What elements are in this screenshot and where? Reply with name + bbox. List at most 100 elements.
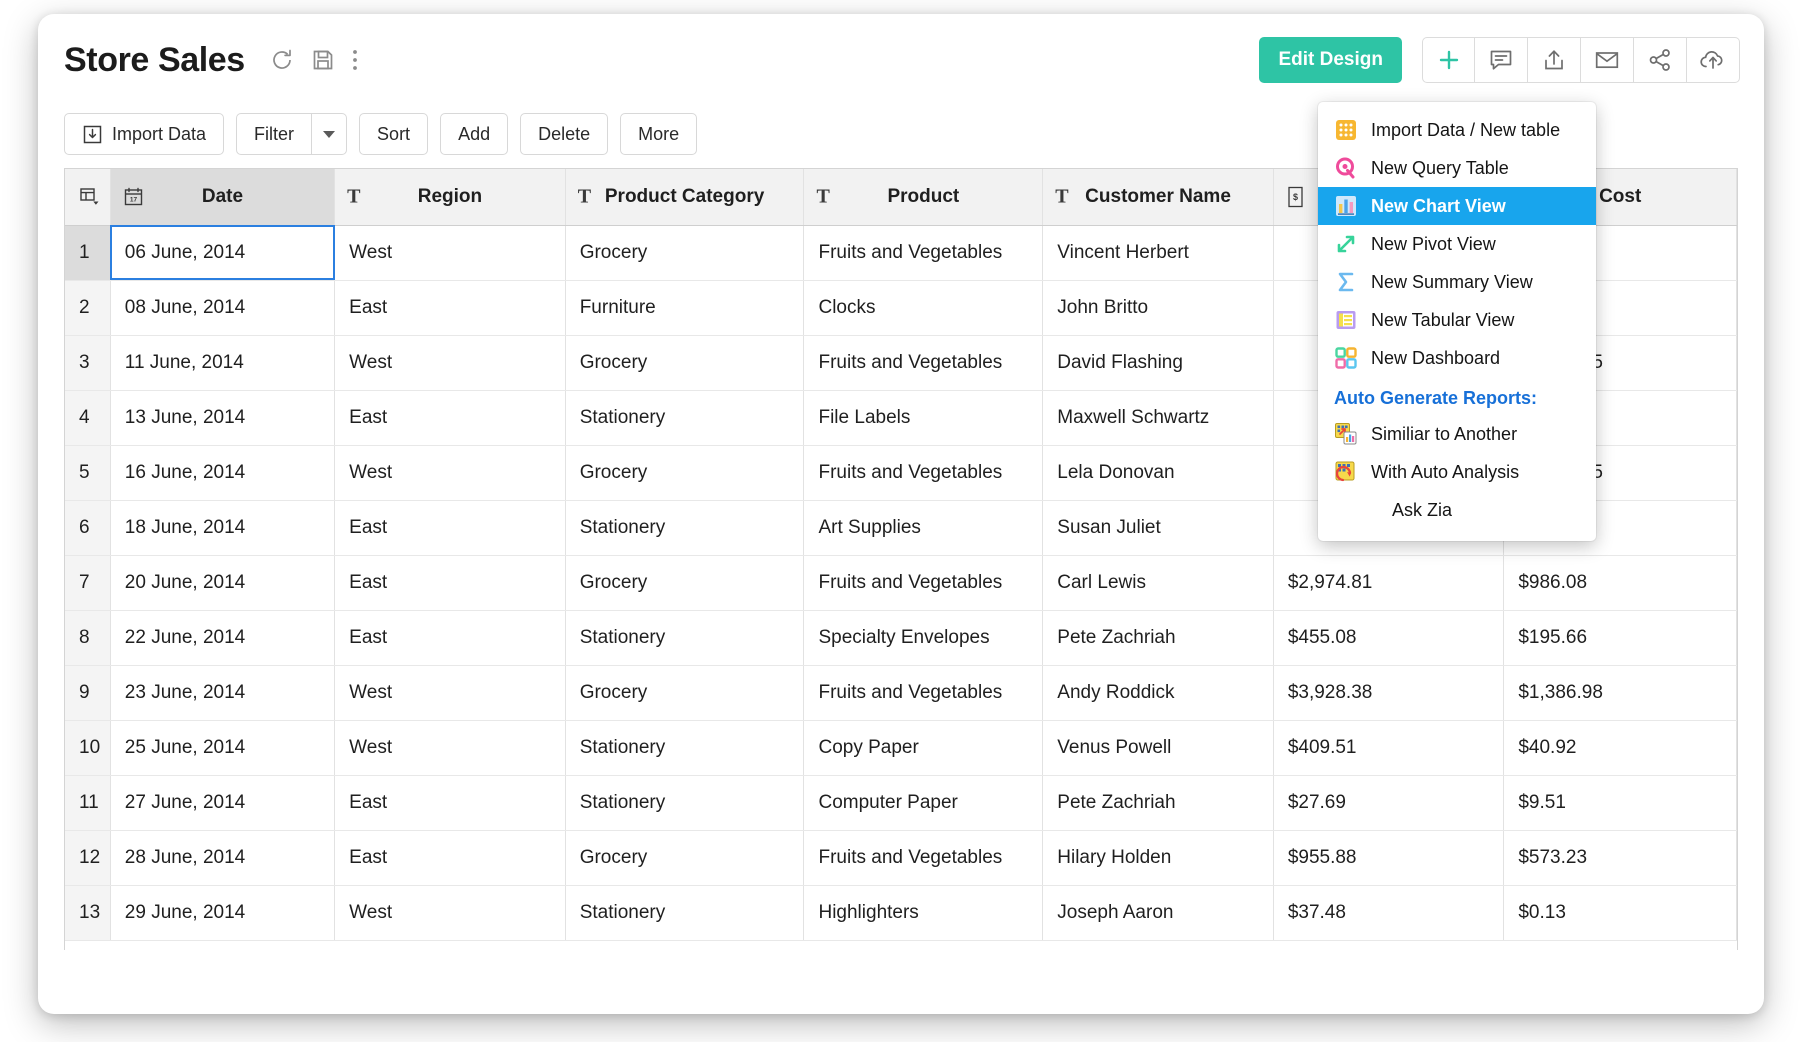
dropdown-report-item[interactable]: Similiar to Another [1318,415,1596,453]
export-icon[interactable] [1528,37,1581,83]
dropdown-item[interactable]: New Chart View [1318,187,1596,225]
dropdown-item[interactable]: New Pivot View [1318,225,1596,263]
cell-sales[interactable]: $37.48 [1273,885,1504,940]
cell-date[interactable]: 18 June, 2014 [110,500,334,555]
cell-date[interactable]: 25 June, 2014 [110,720,334,775]
cell-date[interactable]: 29 June, 2014 [110,885,334,940]
cell-product[interactable]: Clocks [804,280,1043,335]
cell-date[interactable]: 11 June, 2014 [110,335,334,390]
delete-button[interactable]: Delete [520,113,608,155]
row-number-cell[interactable]: 11 [65,775,110,830]
cell-cost[interactable]: $986.08 [1504,555,1737,610]
edit-design-button[interactable]: Edit Design [1259,37,1402,83]
row-number-cell[interactable]: 13 [65,885,110,940]
cell-customer-name[interactable]: David Flashing [1043,335,1274,390]
cell-sales[interactable]: $3,928.38 [1273,665,1504,720]
cell-sales[interactable]: $455.08 [1273,610,1504,665]
cell-date[interactable]: 08 June, 2014 [110,280,334,335]
cell-customer-name[interactable]: Vincent Herbert [1043,225,1274,280]
row-number-cell[interactable]: 7 [65,555,110,610]
row-number-cell[interactable]: 8 [65,610,110,665]
cell-region[interactable]: East [335,610,566,665]
dropdown-item[interactable]: New Tabular View [1318,301,1596,339]
dropdown-item[interactable]: Import Data / New table [1318,111,1596,149]
cell-product[interactable]: Fruits and Vegetables [804,830,1043,885]
cell-customer-name[interactable]: John Britto [1043,280,1274,335]
dropdown-report-item[interactable]: Ask Zia [1318,491,1596,529]
cell-customer-name[interactable]: Pete Zachriah [1043,775,1274,830]
column-header-region[interactable]: T Region [335,169,566,225]
cell-product-category[interactable]: Stationery [565,610,804,665]
cell-product-category[interactable]: Grocery [565,665,804,720]
cell-product-category[interactable]: Stationery [565,775,804,830]
add-button[interactable]: Add [440,113,508,155]
cell-product-category[interactable]: Grocery [565,555,804,610]
cell-date[interactable]: 06 June, 2014 [110,225,334,280]
cell-cost[interactable]: $573.23 [1504,830,1737,885]
dropdown-item[interactable]: New Summary View [1318,263,1596,301]
cell-customer-name[interactable]: Maxwell Schwartz [1043,390,1274,445]
cell-product-category[interactable]: Stationery [565,885,804,940]
cell-product-category[interactable]: Grocery [565,335,804,390]
cell-product[interactable]: Specialty Envelopes [804,610,1043,665]
cell-customer-name[interactable]: Susan Juliet [1043,500,1274,555]
cell-product[interactable]: Highlighters [804,885,1043,940]
cell-region[interactable]: East [335,555,566,610]
cell-customer-name[interactable]: Carl Lewis [1043,555,1274,610]
cell-product[interactable]: Fruits and Vegetables [804,445,1043,500]
cell-region[interactable]: East [335,830,566,885]
cell-date[interactable]: 16 June, 2014 [110,445,334,500]
dropdown-item[interactable]: New Query Table [1318,149,1596,187]
comment-icon[interactable] [1475,37,1528,83]
cell-product-category[interactable]: Stationery [565,390,804,445]
cell-product[interactable]: Art Supplies [804,500,1043,555]
cell-cost[interactable]: $9.51 [1504,775,1737,830]
row-number-cell[interactable]: 2 [65,280,110,335]
email-icon[interactable] [1581,37,1634,83]
cell-customer-name[interactable]: Joseph Aaron [1043,885,1274,940]
row-number-cell[interactable]: 5 [65,445,110,500]
cell-product-category[interactable]: Furniture [565,280,804,335]
cell-cost[interactable]: $0.13 [1504,885,1737,940]
save-icon[interactable] [311,48,335,72]
cell-sales[interactable]: $27.69 [1273,775,1504,830]
cell-region[interactable]: West [335,445,566,500]
import-data-button[interactable]: Import Data [64,113,224,155]
cell-customer-name[interactable]: Lela Donovan [1043,445,1274,500]
cell-sales[interactable]: $2,974.81 [1273,555,1504,610]
cell-cost[interactable]: $40.92 [1504,720,1737,775]
cell-product-category[interactable]: Grocery [565,445,804,500]
cell-region[interactable]: West [335,885,566,940]
cell-product[interactable]: Fruits and Vegetables [804,665,1043,720]
column-header-product-category[interactable]: T Product Category [565,169,804,225]
more-button[interactable]: More [620,113,697,155]
cell-sales[interactable]: $409.51 [1273,720,1504,775]
dropdown-item[interactable]: New Dashboard [1318,339,1596,377]
more-vertical-icon[interactable] [351,47,359,73]
cell-customer-name[interactable]: Andy Roddick [1043,665,1274,720]
cell-product-category[interactable]: Grocery [565,830,804,885]
select-all-header[interactable] [65,169,110,225]
cell-sales[interactable]: $955.88 [1273,830,1504,885]
cell-region[interactable]: West [335,335,566,390]
plus-icon[interactable] [1422,37,1475,83]
cell-customer-name[interactable]: Hilary Holden [1043,830,1274,885]
row-number-cell[interactable]: 9 [65,665,110,720]
cell-region[interactable]: East [335,775,566,830]
cell-cost[interactable]: $195.66 [1504,610,1737,665]
cell-region[interactable]: West [335,720,566,775]
sort-button[interactable]: Sort [359,113,428,155]
column-header-product[interactable]: T Product [804,169,1043,225]
cell-date[interactable]: 23 June, 2014 [110,665,334,720]
cell-product[interactable]: Computer Paper [804,775,1043,830]
filter-button[interactable]: Filter [236,113,312,155]
dropdown-report-item[interactable]: With Auto Analysis [1318,453,1596,491]
row-number-cell[interactable]: 3 [65,335,110,390]
cell-customer-name[interactable]: Venus Powell [1043,720,1274,775]
cell-region[interactable]: East [335,500,566,555]
cell-region[interactable]: West [335,225,566,280]
cell-product-category[interactable]: Grocery [565,225,804,280]
cell-product[interactable]: Fruits and Vegetables [804,555,1043,610]
cloud-upload-icon[interactable] [1687,37,1740,83]
row-number-cell[interactable]: 12 [65,830,110,885]
